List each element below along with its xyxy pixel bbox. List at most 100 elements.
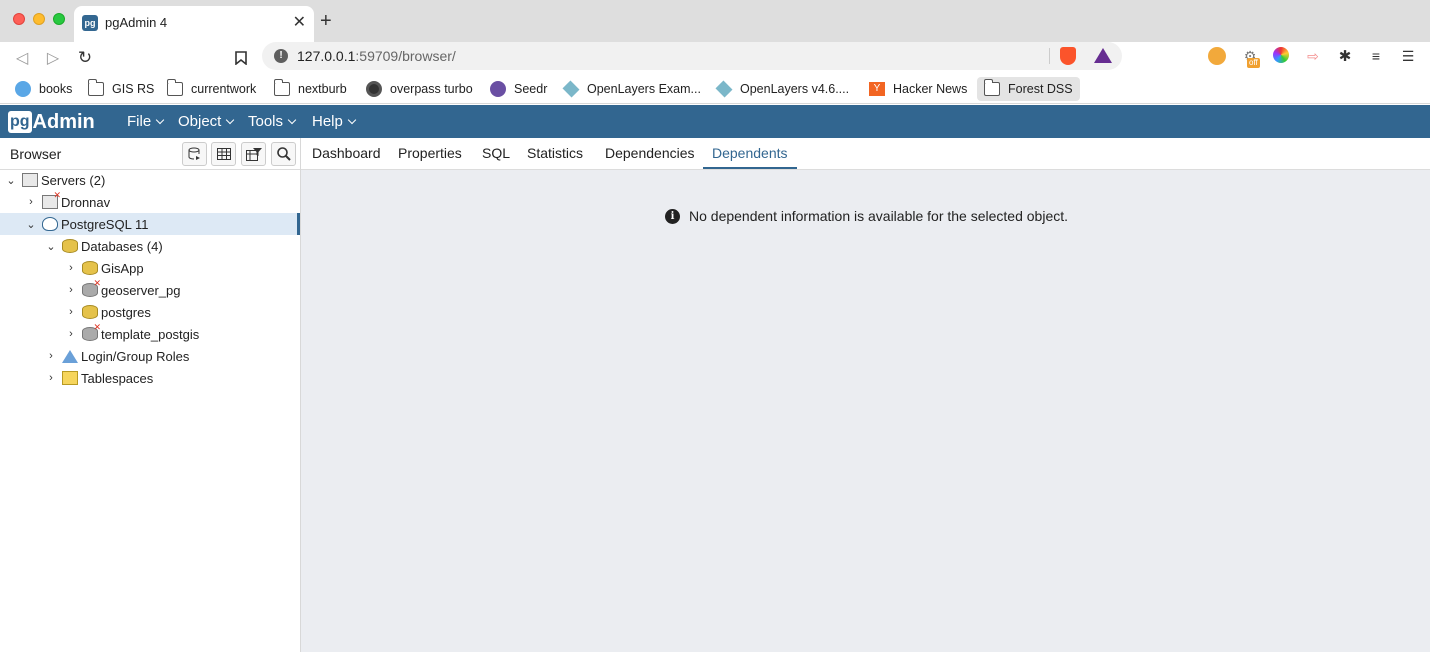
folder-icon <box>87 79 104 96</box>
chevron-down-icon <box>347 115 357 124</box>
tree-node-databases[interactable]: ⌄ Databases (4) <box>0 235 300 257</box>
browser-panel-header: Browser <box>0 138 300 170</box>
menu-help[interactable]: Help <box>312 113 357 130</box>
empty-state-message: i No dependent information is available … <box>665 208 1068 224</box>
bookmark-hacker-news[interactable]: Y Hacker News <box>862 77 974 101</box>
chevron-down-icon[interactable]: ⌄ <box>44 240 58 253</box>
bookmarks-bar: books GIS RS currentwork nextburb overpa… <box>0 74 1430 104</box>
overpass-icon <box>366 81 382 97</box>
minimize-window-button[interactable] <box>33 13 45 25</box>
tree-node-label: Tablespaces <box>81 370 154 386</box>
browser-tab-title: pgAdmin 4 <box>105 15 168 30</box>
empty-state-text: No dependent information is available fo… <box>689 208 1069 224</box>
maximize-window-button[interactable] <box>53 13 65 25</box>
address-bar[interactable]: ! 127.0.0.1:59709/browser/ <box>262 42 1122 70</box>
tree-node-label: Login/Group Roles <box>81 348 190 364</box>
folder-icon <box>166 79 183 96</box>
chevron-right-icon[interactable]: › <box>64 328 78 340</box>
bookmark-nextburb[interactable]: nextburb <box>267 77 354 101</box>
bookmark-overpass-turbo[interactable]: overpass turbo <box>359 77 480 101</box>
tree-node-postgresql-11[interactable]: ⌄ PostgreSQL 11 <box>0 213 300 235</box>
pgadmin-logo: pg Admin <box>8 110 95 133</box>
folder-icon <box>983 79 1000 96</box>
tree-node-dronnav[interactable]: › Dronnav <box>0 190 300 213</box>
bookmark-icon[interactable] <box>229 46 253 70</box>
bookmark-gis-rs[interactable]: GIS RS <box>81 77 161 101</box>
tablespaces-icon <box>62 371 78 385</box>
tree-node-gisapp[interactable]: › GisApp <box>0 257 300 279</box>
pgadmin-favicon-icon: pg <box>82 15 98 31</box>
color-wheel-extension-icon[interactable] <box>1273 47 1289 63</box>
tab-properties[interactable]: Properties <box>398 138 462 169</box>
brave-shields-icon[interactable] <box>1060 47 1076 65</box>
disconnected-database-icon <box>82 322 101 341</box>
tree-node-label: postgres <box>101 304 151 320</box>
extensions-puzzle-icon[interactable]: ✱ <box>1336 47 1354 65</box>
bookmark-currentwork[interactable]: currentwork <box>160 77 263 101</box>
menu-object[interactable]: Object <box>178 113 235 130</box>
view-data-icon[interactable] <box>211 142 236 166</box>
tree-node-label: GisApp <box>101 260 144 276</box>
close-window-button[interactable] <box>13 13 25 25</box>
chevron-down-icon[interactable]: ⌄ <box>4 174 18 187</box>
server-group-icon <box>22 173 38 187</box>
postgresql-elephant-icon <box>42 217 58 231</box>
site-info-icon[interactable]: ! <box>274 49 288 63</box>
bookmark-forest-dss[interactable]: Forest DSS <box>977 77 1080 101</box>
bookmark-seedr[interactable]: Seedr <box>483 77 554 101</box>
tree-node-label: Databases (4) <box>81 238 163 254</box>
tree-node-tablespaces[interactable]: › Tablespaces <box>0 367 300 389</box>
tab-sql[interactable]: SQL <box>482 138 510 169</box>
folder-icon <box>273 79 290 96</box>
tab-dependencies[interactable]: Dependencies <box>605 138 695 169</box>
tree-node-geoserver-pg[interactable]: › geoserver_pg <box>0 278 300 301</box>
media-queue-icon[interactable]: ≡ <box>1367 47 1385 65</box>
pgadmin-header: pg Admin File Object Tools Help <box>0 105 1430 138</box>
bookmark-openlayers-examples[interactable]: OpenLayers Exam... <box>556 77 708 101</box>
filtered-rows-icon[interactable] <box>241 142 266 166</box>
search-objects-icon[interactable] <box>271 142 296 166</box>
tree-node-postgres[interactable]: › postgres <box>0 301 300 323</box>
hackernews-icon: Y <box>869 82 885 96</box>
tree-node-login-group-roles[interactable]: › Login/Group Roles <box>0 345 300 367</box>
tree-node-template-postgis[interactable]: › template_postgis <box>0 322 300 345</box>
database-icon <box>82 261 98 275</box>
chevron-down-icon[interactable]: ⌄ <box>24 218 38 231</box>
chevron-down-icon <box>155 115 165 124</box>
tab-statistics[interactable]: Statistics <box>527 138 583 169</box>
tree-node-label: Servers (2) <box>41 172 106 188</box>
browser-panel-title: Browser <box>10 146 62 162</box>
reload-icon[interactable]: ↻ <box>73 46 97 70</box>
bookmark-books[interactable]: books <box>8 77 79 101</box>
extension-arrow-icon[interactable]: ⇨ <box>1304 47 1322 65</box>
extension-face-icon[interactable] <box>1208 47 1226 65</box>
bookmark-openlayers-v4[interactable]: OpenLayers v4.6.... <box>709 77 856 101</box>
chevron-right-icon[interactable]: › <box>24 196 38 208</box>
tree-node-label: geoserver_pg <box>101 282 181 298</box>
browser-tab-strip: pg pgAdmin 4 ✕ + <box>0 0 1430 42</box>
close-tab-icon[interactable]: ✕ <box>293 12 306 32</box>
forward-icon[interactable]: ▷ <box>41 46 65 70</box>
query-tool-icon[interactable] <box>182 142 207 166</box>
tree-node-servers[interactable]: ⌄ Servers (2) <box>0 169 300 191</box>
chevron-right-icon[interactable]: › <box>64 306 78 318</box>
openlayers-icon <box>715 80 733 98</box>
chevron-right-icon[interactable]: › <box>44 372 58 384</box>
main-panel: Dashboard Properties SQL Statistics Depe… <box>301 138 1430 652</box>
disconnected-database-icon <box>82 278 101 297</box>
menu-file[interactable]: File <box>127 113 165 130</box>
new-tab-button[interactable]: + <box>320 10 332 32</box>
back-icon[interactable]: ◁ <box>10 46 34 70</box>
browser-panel: Browser ⌄ Servers (2) › Dronnav ⌄ Postgr… <box>0 138 301 652</box>
tab-dashboard[interactable]: Dashboard <box>312 138 381 169</box>
extension-robot-icon[interactable]: ⚙ off <box>1241 47 1260 68</box>
chevron-right-icon[interactable]: › <box>64 262 78 274</box>
tree-node-label: Dronnav <box>61 194 111 210</box>
browser-tab[interactable]: pg pgAdmin 4 ✕ <box>74 6 314 42</box>
brave-rewards-icon[interactable] <box>1094 48 1112 63</box>
browser-menu-icon[interactable]: ☰ <box>1399 47 1417 65</box>
chevron-right-icon[interactable]: › <box>44 350 58 362</box>
tab-dependents[interactable]: Dependents <box>703 138 797 169</box>
menu-tools[interactable]: Tools <box>248 113 297 130</box>
chevron-right-icon[interactable]: › <box>64 284 78 296</box>
